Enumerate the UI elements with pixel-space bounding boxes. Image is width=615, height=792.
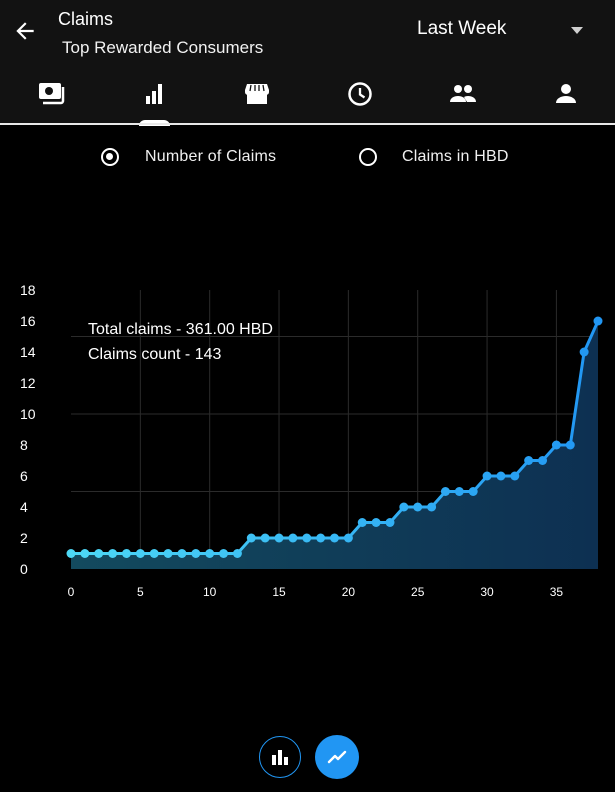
caret-down-icon[interactable] <box>571 27 583 34</box>
x-tick-label: 20 <box>342 585 356 599</box>
line-chart-icon <box>327 750 347 764</box>
page-subtitle: Top Rewarded Consumers <box>62 38 264 57</box>
data-point <box>551 440 561 450</box>
data-point <box>163 549 173 558</box>
data-point <box>579 347 589 357</box>
data-point <box>510 471 520 481</box>
x-tick-label: 10 <box>203 585 217 599</box>
data-point <box>232 549 242 558</box>
data-point <box>343 533 353 543</box>
x-tick-label: 0 <box>68 585 75 599</box>
x-axis-ticks: 0 5 10 15 20 25 30 35 <box>68 585 564 599</box>
claims-line-chart: 0 2 4 6 8 10 12 14 16 18 0 5 10 15 20 25 30 35 Total cla… <box>20 282 603 599</box>
tab-statistics[interactable] <box>103 74 205 120</box>
data-point <box>468 487 478 496</box>
data-point <box>288 533 298 543</box>
tab-bar <box>0 74 615 120</box>
y-tick-label: 14 <box>20 344 36 360</box>
y-tick-label: 0 <box>20 561 28 577</box>
y-tick-label: 8 <box>20 437 28 453</box>
bar-chart-icon <box>146 84 162 104</box>
y-tick-label: 2 <box>20 530 28 546</box>
data-point <box>94 549 104 558</box>
date-range-select[interactable]: Last Week <box>417 18 506 40</box>
data-point <box>219 549 229 558</box>
data-point <box>177 549 187 558</box>
radio-unchecked-icon[interactable] <box>359 148 377 166</box>
bar-chart-toggle-button[interactable] <box>259 736 301 778</box>
total-claims-label: Total claims - 361.00 HBD <box>88 321 273 338</box>
payments-icon <box>39 83 65 105</box>
y-tick-label: 6 <box>20 468 28 484</box>
data-point <box>205 549 215 558</box>
people-icon <box>450 85 476 102</box>
data-point <box>482 471 492 481</box>
data-point <box>454 487 464 496</box>
x-tick-label: 15 <box>272 585 286 599</box>
x-tick-label: 25 <box>411 585 425 599</box>
y-tick-label: 12 <box>20 375 36 391</box>
data-point <box>593 316 603 326</box>
x-tick-label: 30 <box>480 585 494 599</box>
data-point <box>80 549 90 558</box>
app-bar-divider <box>0 123 615 125</box>
data-point <box>357 518 367 527</box>
data-point <box>399 502 409 512</box>
storefront-icon <box>245 84 269 104</box>
bar-chart-icon <box>272 750 288 765</box>
x-tick-label: 35 <box>550 585 564 599</box>
data-point <box>108 549 118 558</box>
data-point <box>191 549 201 558</box>
tab-community[interactable] <box>412 74 514 120</box>
data-point <box>149 549 159 558</box>
tab-history[interactable] <box>309 74 411 120</box>
y-tick-label: 16 <box>20 313 36 329</box>
data-point <box>385 518 395 527</box>
data-point <box>524 456 534 465</box>
data-point <box>371 518 381 527</box>
page-title: Claims <box>58 9 114 29</box>
clock-icon <box>348 82 372 106</box>
data-point <box>440 487 450 496</box>
claims-count-label: Claims count - 143 <box>88 346 221 363</box>
data-point <box>413 502 423 512</box>
back-button[interactable] <box>12 18 38 44</box>
data-point <box>302 533 312 543</box>
x-tick-label: 5 <box>137 585 144 599</box>
y-tick-label: 18 <box>20 282 36 298</box>
tab-payments[interactable] <box>0 74 102 120</box>
radio-label: Number of Claims <box>145 148 277 165</box>
line-chart-toggle-button[interactable] <box>315 735 359 779</box>
data-point <box>246 533 256 543</box>
person-icon <box>556 84 576 103</box>
y-tick-label: 4 <box>20 499 28 515</box>
radio-label: Claims in HBD <box>402 148 509 165</box>
data-point <box>274 533 284 543</box>
data-point <box>565 440 575 450</box>
metric-radio-group: Number of Claims Claims in HBD <box>0 148 615 178</box>
tab-profile[interactable] <box>515 74 615 120</box>
arrow-back-icon <box>16 22 34 40</box>
y-axis-ticks: 0 2 4 6 8 10 12 14 16 18 <box>20 282 36 577</box>
radio-checked-icon[interactable] <box>101 148 119 166</box>
data-point <box>66 549 76 558</box>
data-point <box>496 471 506 481</box>
radio-claims-in-hbd[interactable]: Claims in HBD <box>359 148 509 166</box>
data-point <box>135 549 145 558</box>
data-point <box>121 549 131 558</box>
data-point <box>330 533 339 543</box>
data-point <box>427 502 437 512</box>
y-tick-label: 10 <box>20 406 36 422</box>
data-point <box>316 533 326 543</box>
radio-number-of-claims[interactable]: Number of Claims <box>101 148 276 166</box>
app-bar: Claims Top Rewarded Consumers Last Week <box>0 0 615 123</box>
tab-store[interactable] <box>206 74 308 120</box>
data-point <box>538 456 548 465</box>
data-point <box>260 533 270 543</box>
